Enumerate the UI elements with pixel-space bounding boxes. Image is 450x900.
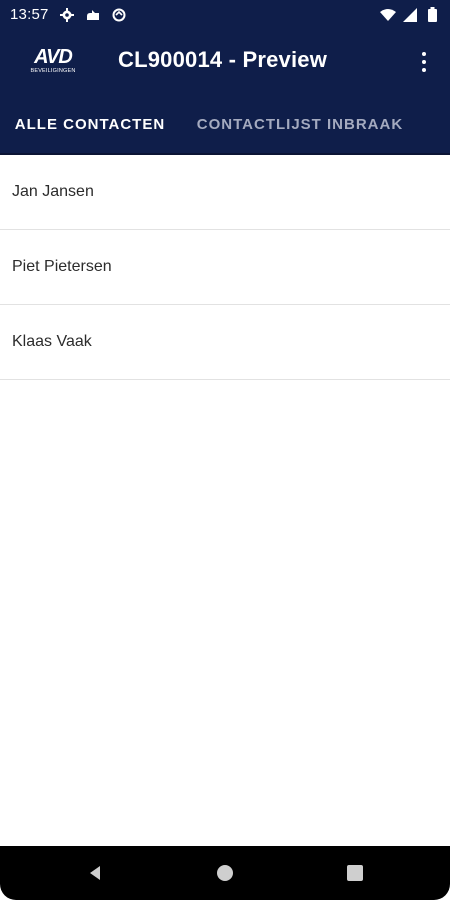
battery-icon xyxy=(424,7,440,23)
recents-icon[interactable] xyxy=(325,846,385,900)
logo-mark: AVD xyxy=(34,45,73,68)
contact-list: Jan Jansen Piet Pietersen Klaas Vaak xyxy=(0,155,450,380)
cloud-icon xyxy=(85,7,101,23)
logo-subtitle: BEVEILIGINGEN xyxy=(30,67,76,74)
contact-name: Piet Pietersen xyxy=(12,258,112,275)
contact-row[interactable]: Jan Jansen xyxy=(0,155,450,230)
status-bar: 13:57 xyxy=(0,0,450,29)
app-bar: AVD BEVEILIGINGEN CL900014 - Preview xyxy=(0,29,450,95)
home-icon[interactable] xyxy=(195,846,255,900)
contact-name: Jan Jansen xyxy=(12,183,94,200)
status-time: 13:57 xyxy=(10,6,49,23)
tab-bar: ALLE CONTACTEN CONTACTLIJST INBRAAK xyxy=(0,95,450,155)
page-title: CL900014 - Preview xyxy=(118,47,328,72)
contact-row[interactable]: Klaas Vaak xyxy=(0,305,450,380)
avd-logo: AVD BEVEILIGINGEN xyxy=(22,43,84,77)
signal-icon xyxy=(402,7,418,23)
sync-icon xyxy=(111,7,127,23)
back-icon[interactable] xyxy=(65,846,125,900)
contact-name: Klaas Vaak xyxy=(12,333,92,350)
overflow-menu-icon[interactable] xyxy=(412,47,436,77)
gear-icon xyxy=(59,7,75,23)
contact-row[interactable]: Piet Pietersen xyxy=(0,230,450,305)
tab-contactlijst-inbraak[interactable]: CONTACTLIJST INBRAAK xyxy=(180,95,420,153)
wifi-icon xyxy=(380,7,396,23)
tab-alle-contacten[interactable]: ALLE CONTACTEN xyxy=(0,95,180,153)
system-nav-bar xyxy=(0,846,450,900)
